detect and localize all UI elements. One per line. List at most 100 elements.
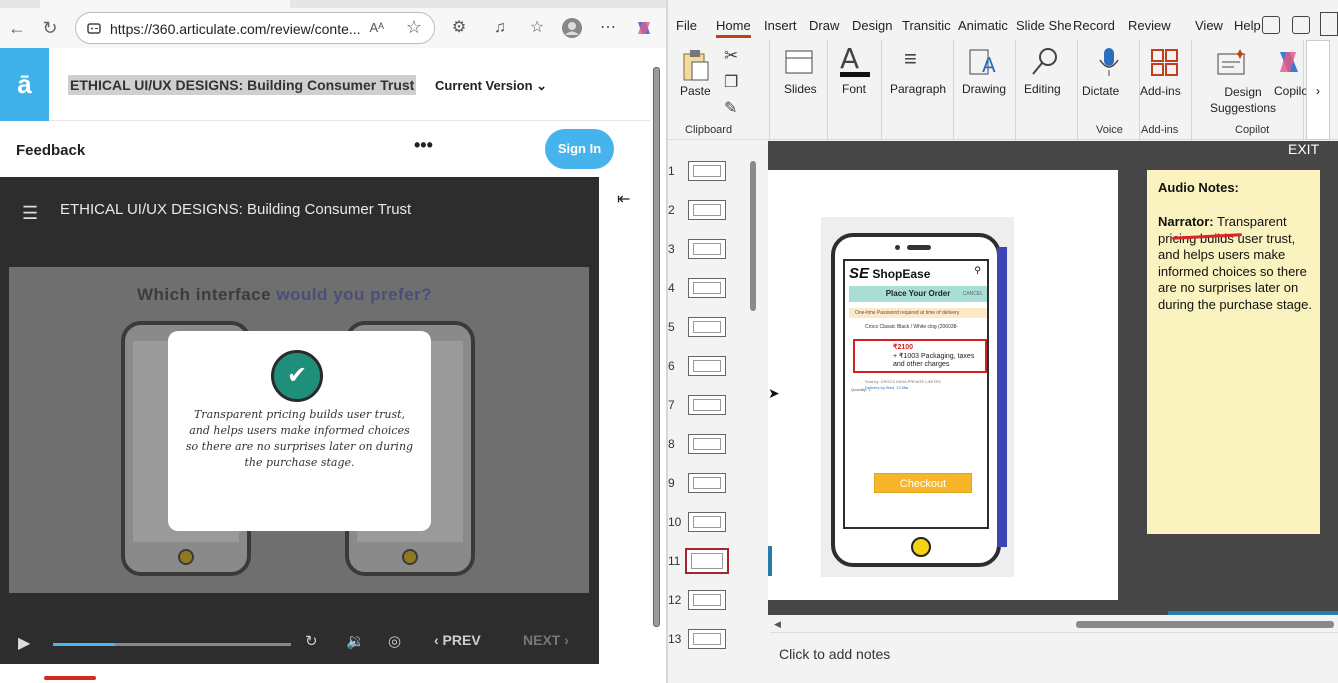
extensions-icon[interactable]: ⚙ [449,18,469,38]
site-info-icon[interactable] [86,20,102,36]
microphone-icon[interactable] [1098,46,1120,78]
slide-thumbnail[interactable] [688,473,726,493]
tab-help[interactable]: Help [1234,18,1261,33]
slides-button[interactable]: Slides [784,82,817,96]
record-icon[interactable] [1262,16,1280,34]
design-suggestions-button[interactable]: Design Suggestions [1210,84,1276,116]
font-icon[interactable]: A [840,42,859,75]
slide-thumbnail[interactable] [688,590,726,610]
slide-thumbnail[interactable] [688,629,726,649]
play-icon[interactable]: ▶ [18,633,30,653]
slide-thumbnail[interactable] [688,512,726,532]
copilot-icon[interactable] [1276,48,1302,76]
read-aloud-icon[interactable]: Aᴬ [369,20,384,35]
media-icon[interactable]: ♫ [490,18,510,38]
copilot-button[interactable]: Copilo [1274,84,1308,98]
slide-thumbnail[interactable] [688,161,726,181]
tab-view[interactable]: View [1195,18,1223,33]
share-icon[interactable] [1320,12,1338,36]
player-controls: ▶ ↻ 🔉 ◎ ‹ PREV NEXT › [0,632,599,664]
slide-thumbnail[interactable] [688,278,726,298]
more-menu-button[interactable]: ••• [414,135,433,156]
active-tab[interactable] [40,0,290,8]
slide-thumbnail[interactable] [688,239,726,259]
drawing-button[interactable]: Drawing [962,82,1006,96]
addins-button[interactable]: Add-ins [1140,84,1181,98]
paste-icon[interactable] [680,48,710,82]
exit-button[interactable]: EXIT [1288,141,1319,157]
tab-insert[interactable]: Insert [764,18,797,33]
copy-icon[interactable]: ❐ [724,72,738,92]
paste-button[interactable]: Paste [680,84,711,98]
font-button[interactable]: Font [842,82,866,96]
url-text[interactable]: https://360.articulate.com/review/conte.… [110,21,361,37]
slide-thumbnail[interactable] [688,317,726,337]
tab-animatic[interactable]: Animatic [958,18,1008,33]
click-to-add-notes[interactable]: Click to add notes [779,646,890,662]
tab-review[interactable]: Review [1128,18,1171,33]
tab-file[interactable]: File [676,18,697,33]
paragraph-button[interactable]: Paragraph [890,82,946,96]
checkout-button[interactable]: Checkout [874,473,972,493]
search-icon[interactable] [1030,46,1060,78]
shopease-phone-image[interactable]: SE ShopEase ⚲ Place Your Order CANCEL One… [821,217,1014,577]
replay-icon[interactable]: ↻ [305,632,318,650]
feedback-modal: ✔ Transparent pricing builds user trust,… [168,331,431,531]
tab-home[interactable]: Home [716,18,751,38]
editing-group: Editing [1016,40,1078,140]
tab-draw[interactable]: Draw [809,18,839,33]
hamburger-menu-icon[interactable]: ☰ [22,203,42,224]
more-options-icon[interactable]: ⋯ [598,18,618,38]
notes-pane[interactable]: Click to add notes [770,632,1338,666]
copilot-group-label: Copilot [1235,124,1270,136]
slide-thumbnail[interactable] [688,395,726,415]
favorites-icon[interactable]: ☆ [527,18,547,38]
back-icon[interactable]: ← [5,16,29,40]
collapse-panel-icon[interactable]: ⇤ [617,189,630,209]
slides-icon[interactable] [785,50,813,76]
scroll-left-icon[interactable]: ◀ [774,619,781,630]
slide-thumbnail[interactable] [688,434,726,454]
ribbon-scroll-right-icon[interactable]: › [1306,40,1330,140]
copilot-icon[interactable] [634,18,654,38]
thumbnail-scrollbar[interactable] [747,141,759,666]
slide-thumbnail[interactable] [688,200,726,220]
slide-question: Which interface would you prefer? [137,285,433,304]
page-scrollbar[interactable] [651,55,662,627]
design-suggestions-icon[interactable] [1216,48,1248,78]
slide-number: 13 [668,632,682,646]
tab-design[interactable]: Design [852,18,892,33]
tab-transitic[interactable]: Transitic [902,18,951,33]
profile-avatar-icon[interactable] [562,18,582,38]
slide-number: 11 [668,554,681,568]
drawing-icon[interactable]: A [968,46,998,78]
tab-slidesh[interactable]: Slide Shе [1016,18,1072,33]
delivery-date: Delivery by Wed, 13 Mar [865,385,909,390]
sign-in-button[interactable]: Sign In [545,129,614,169]
articulate-logo[interactable]: ā [0,48,49,121]
cut-icon[interactable]: ✂ [724,46,738,66]
feedback-bar: Feedback ••• Sign In [0,121,650,177]
price-extra-line-2: and other charges [893,361,950,368]
slide-thumbnail[interactable] [688,356,726,376]
slide-canvas[interactable]: SE ShopEase ⚲ Place Your Order CANCEL One… [768,170,1118,600]
addins-icon[interactable] [1150,48,1180,78]
favorite-star-icon[interactable]: ☆ [406,17,422,38]
address-bar[interactable]: https://360.articulate.com/review/conte.… [75,12,435,44]
refresh-icon[interactable]: ↻ [38,16,62,40]
audio-notes-box[interactable]: Audio Notes: Narrator: Transparent prici… [1147,170,1320,534]
volume-icon[interactable]: 🔉 [346,632,365,650]
horizontal-scrollbar[interactable]: ◀ [770,618,1338,632]
format-painter-icon[interactable]: ✎ [724,98,737,118]
dictate-button[interactable]: Dictate [1082,84,1119,98]
version-dropdown[interactable]: Current Version ⌄ [435,78,547,94]
seek-bar[interactable] [53,643,291,646]
next-button[interactable]: NEXT › [523,632,569,648]
prev-button[interactable]: ‹ PREV [434,632,481,648]
captions-icon[interactable]: ◎ [388,632,401,650]
slide-thumbnail[interactable] [685,548,729,574]
editing-button[interactable]: Editing [1024,82,1061,96]
comments-icon[interactable] [1292,16,1310,34]
paragraph-icon[interactable]: ≡ [904,46,917,72]
tab-record[interactable]: Record [1073,18,1115,33]
